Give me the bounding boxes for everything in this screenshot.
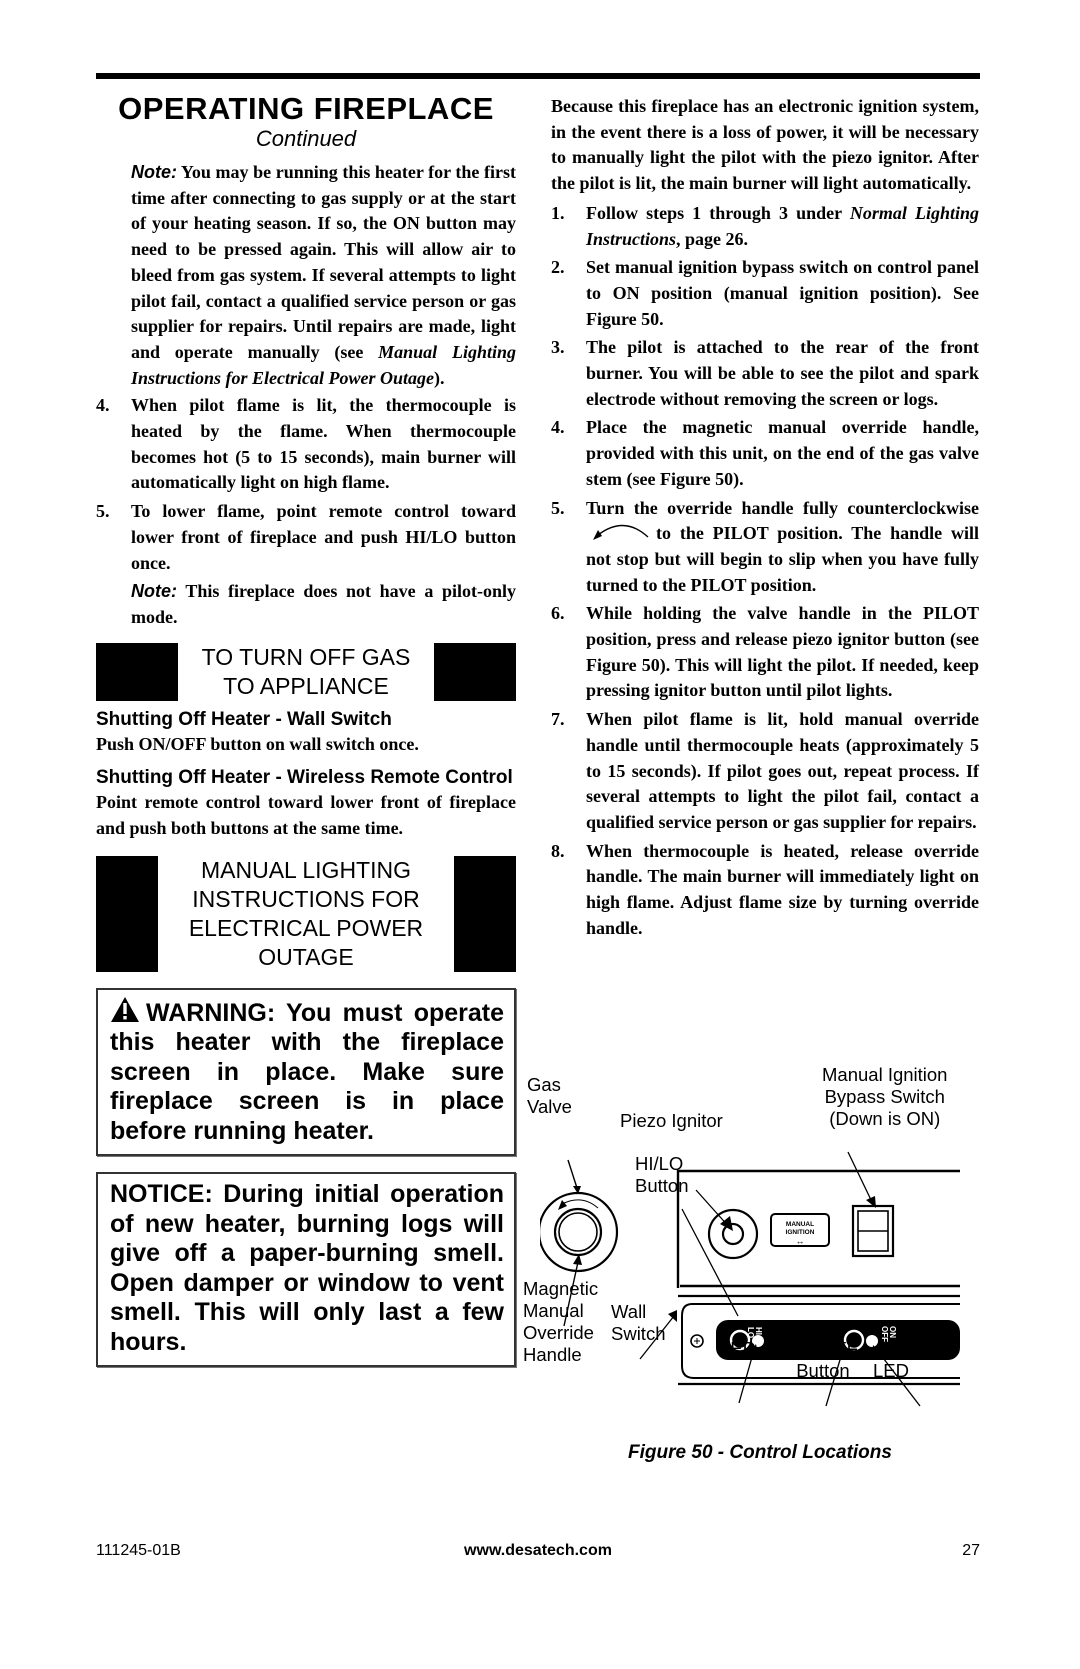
warning-box: WARNING: You must operate this heater wi… xyxy=(96,987,516,1157)
counterclockwise-arrow-icon xyxy=(593,525,649,541)
manual-lighting-banner: MANUAL LIGHTING INSTRUCTIONS FOR ELECTRI… xyxy=(96,855,516,972)
header-rule xyxy=(96,73,980,79)
note-label: Note: xyxy=(131,581,177,602)
step-5: 5. Turn the override handle fully counter… xyxy=(551,497,979,595)
magnetic-handle-label: Magnetic Manual Override Handle xyxy=(523,1278,599,1365)
wall-switch-text: Push ON/OFF button on wall switch once. xyxy=(96,733,419,754)
notice-text: NOTICE: During initial operation of new … xyxy=(110,1180,504,1356)
led-label-2: LED xyxy=(873,1360,909,1381)
wall-switch-label: Wall Switch xyxy=(611,1301,666,1344)
step-7: 7. When pilot flame is lit, hold manual o… xyxy=(551,709,979,832)
website-link[interactable]: www.desatech.com xyxy=(96,1542,980,1560)
control-locations-figure: Gas Valve Piezo Ignitor Manual Ignition … xyxy=(523,1064,980,1458)
right-step-list: 1. Follow steps 1 through 3 under Normal … xyxy=(551,201,979,942)
banner-bar-left xyxy=(96,642,178,701)
step-1: 1. Follow steps 1 through 3 under Normal … xyxy=(551,202,979,249)
double-arrow-icon: ↔ xyxy=(795,1236,805,1246)
control-diagram xyxy=(540,1151,960,1407)
left-step-list: 4. When pilot flame is lit, the thermocou… xyxy=(96,393,516,576)
step-6: 6. While holding the valve handle in the … xyxy=(551,603,979,701)
banner-bar-right xyxy=(454,855,516,972)
page-title: OPERATING FIREPLACE xyxy=(118,91,494,126)
right-column: Because this fireplace has an electronic… xyxy=(551,94,979,945)
manual-ignition-plate-label: MANUAL IGNITION ↔ xyxy=(771,1214,829,1246)
step-4: 4. When pilot flame is lit, the thermocou… xyxy=(96,395,516,493)
step-2: 2. Set manual ignition bypass switch on c… xyxy=(551,257,979,329)
figure-caption: Figure 50 - Control Locations xyxy=(628,1442,892,1463)
onoff-button-label: ON/OFF Button xyxy=(788,1338,858,1381)
banner-bar-left xyxy=(96,855,158,972)
bypass-switch-label: Manual Ignition Bypass Switch (Down is O… xyxy=(822,1064,948,1129)
left-column: OPERATING FIREPLACE Continued Note: You … xyxy=(96,88,516,1368)
warning-text: WARNING: You must operate this heater wi… xyxy=(110,996,504,1147)
gas-valve-label: Gas Valve xyxy=(527,1074,572,1117)
note-first-time: Note: You may be running this heater for… xyxy=(131,162,516,388)
banner-bar-right xyxy=(434,642,516,701)
hilo-marking: HI LO xyxy=(746,1327,763,1339)
onoff-marking: ON OFF xyxy=(880,1326,897,1342)
step-4: 4. Place the magnetic manual override han… xyxy=(551,417,979,489)
page-subtitle: Continued xyxy=(255,126,357,151)
remote-text: Point remote control toward lower front … xyxy=(96,792,516,839)
hilo-button-label: HI/LO Button xyxy=(635,1153,689,1196)
turn-off-gas-banner: TO TURN OFF GAS TO APPLIANCE xyxy=(96,642,516,701)
remote-heading: Shutting Off Heater - Wireless Remote Co… xyxy=(96,767,513,789)
manual-lighting-heading: MANUAL LIGHTING INSTRUCTIONS FOR ELECTRI… xyxy=(188,856,424,970)
power-loss-intro: Because this fireplace has an electronic… xyxy=(551,96,979,194)
wall-switch-heading: Shutting Off Heater - Wall Switch xyxy=(96,708,392,730)
turn-off-gas-heading: TO TURN OFF GAS TO APPLIANCE xyxy=(201,643,411,699)
step-5: 5. To lower flame, point remote control t… xyxy=(96,501,516,573)
warning-triangle-icon xyxy=(111,996,139,1022)
note-label: Note: xyxy=(131,162,177,182)
page-number: 27 xyxy=(962,1542,980,1559)
notice-box: NOTICE: During initial operation of new … xyxy=(96,1172,516,1368)
step-3: 3. The pilot is attached to the rear of t… xyxy=(551,337,979,409)
step-8: 8. When thermocouple is heated, release o… xyxy=(551,840,979,938)
piezo-ignitor-label: Piezo Ignitor xyxy=(620,1110,723,1131)
note-pilot-only: Note: This fireplace does not have a pil… xyxy=(131,581,516,627)
